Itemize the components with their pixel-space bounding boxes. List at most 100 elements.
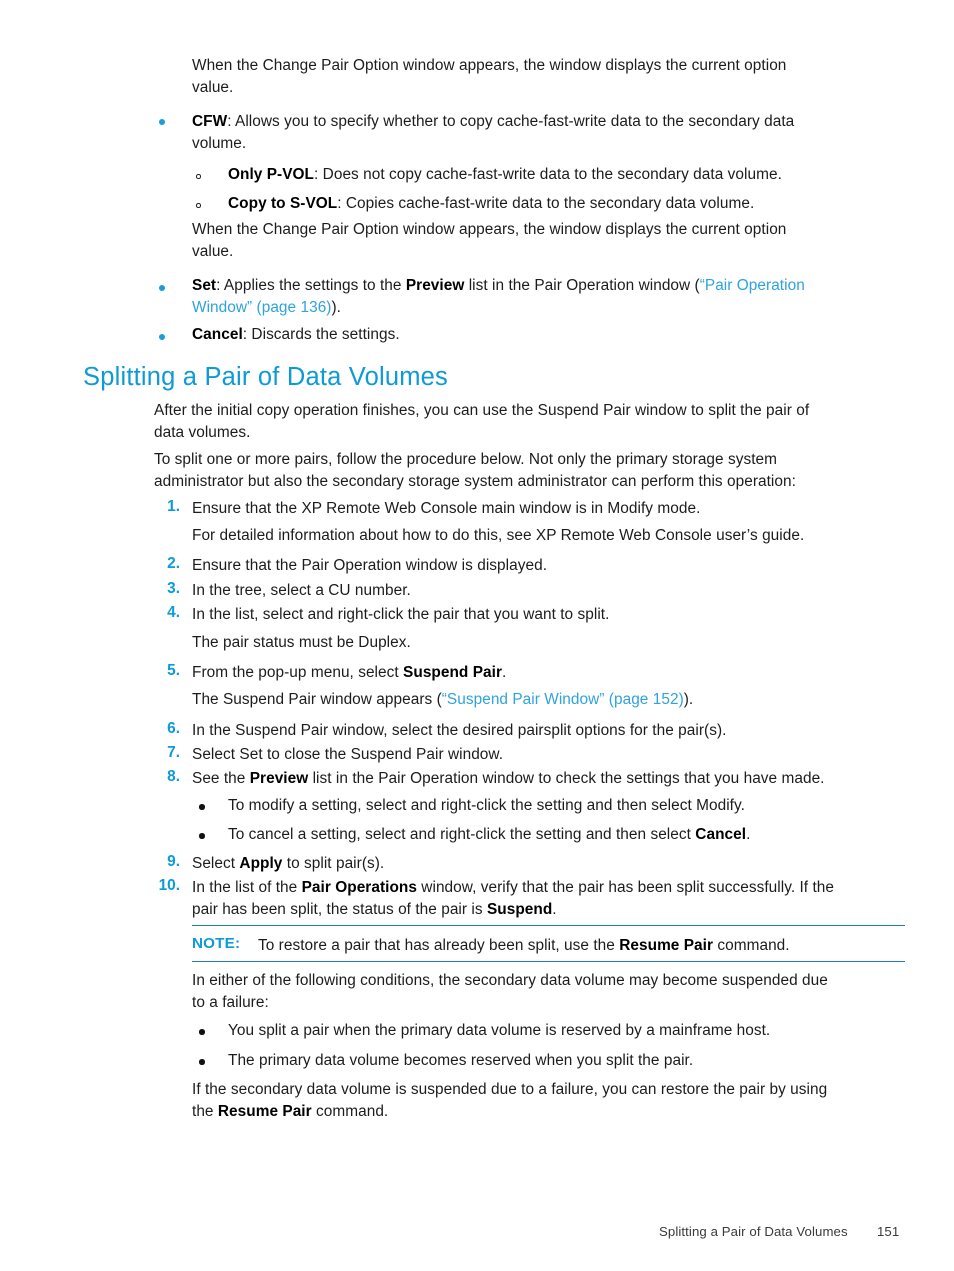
- intro2-line-1: When the Change Pair Option window appea…: [192, 221, 787, 238]
- step-subtext-5: The Suspend Pair window appears (“Suspen…: [192, 689, 912, 711]
- set-tail: ).: [331, 298, 341, 316]
- step-number-2: 2.: [167, 555, 180, 572]
- set-bold-preview: Preview: [405, 277, 465, 294]
- step-text-7: Select Set to close the Suspend Pair win…: [192, 746, 504, 763]
- step10-line2-bold: Suspend: [486, 900, 553, 918]
- closing-paragraph-1: In either of the following conditions, t…: [192, 970, 922, 1013]
- section-intro-p1-line1: After the initial copy operation finishe…: [154, 402, 810, 419]
- closing-p2-post: command.: [311, 1102, 389, 1120]
- step-subtext-4: The pair status must be Duplex.: [192, 634, 411, 651]
- step-number-5: 5.: [167, 662, 180, 679]
- bullet-icon-cfw: [159, 119, 165, 125]
- step-text-6: In the Suspend Pair window, select the d…: [192, 722, 727, 739]
- bullet-cancel-text: : Discards the settings.: [242, 326, 400, 343]
- step-text-5: From the pop-up menu, select Suspend Pai…: [192, 662, 912, 684]
- note-rule-top: [192, 925, 905, 927]
- bullet-item-cancel: Cancel: Discards the settings.: [192, 324, 892, 346]
- intro-paragraph-2: When the Change Pair Option window appea…: [192, 219, 892, 262]
- closing-p2-bold: Resume Pair: [217, 1102, 312, 1120]
- step-number-3: 3.: [167, 580, 180, 597]
- step-text-4: In the list, select and right-click the …: [192, 606, 610, 623]
- step-text-10: In the list of the Pair Operations windo…: [192, 877, 922, 920]
- step10-line2-post: .: [552, 900, 557, 918]
- step-number-6: 6.: [167, 720, 180, 737]
- note-label: NOTE:: [192, 935, 241, 952]
- link-pair-operation-window-line1[interactable]: “Pair Operation: [700, 277, 805, 294]
- bullet-item-cfw: CFW: Allows you to specify whether to co…: [192, 111, 892, 154]
- step-text-9: Select Apply to split pair(s).: [192, 853, 912, 875]
- note-rule-bottom: [192, 961, 905, 963]
- bullet-icon-step8-cancel: [199, 833, 205, 839]
- bullet-icon-closing-1: [199, 1029, 205, 1035]
- term-set: Set: [192, 277, 217, 294]
- step10-line1-post: window, verify that the pair has been sp…: [416, 879, 834, 896]
- step-number-8: 8.: [167, 768, 180, 785]
- step5-post: .: [502, 664, 507, 681]
- step-number-9: 9.: [167, 853, 180, 870]
- note-text-pre: To restore a pair that has already been …: [258, 937, 620, 954]
- bullet-icon-closing-2: [199, 1059, 205, 1065]
- step-number-1: 1.: [167, 498, 180, 515]
- note-text: To restore a pair that has already been …: [258, 935, 908, 957]
- step5-sub-pre: The Suspend Pair window appears (: [192, 691, 442, 708]
- step9-post: to split pair(s).: [282, 855, 385, 872]
- step-number-7: 7.: [167, 744, 180, 761]
- page-title: Splitting a Pair of Data Volumes: [83, 363, 449, 391]
- term-only-pvol: Only P-VOL: [228, 166, 315, 183]
- closing-p2-line1: If the secondary data volume is suspende…: [192, 1081, 828, 1098]
- section-intro-p2-line1: To split one or more pairs, follow the p…: [154, 451, 778, 468]
- closing-bullet-2: The primary data volume becomes reserved…: [228, 1052, 694, 1069]
- step-number-10: 10.: [158, 877, 180, 894]
- step10-line1-bold: Pair Operations: [301, 879, 417, 896]
- step8-post: list in the Pair Operation window to che…: [308, 770, 825, 787]
- step8-bullet-modify: To modify a setting, select and right-cl…: [228, 797, 745, 814]
- section-intro-paragraph-2: To split one or more pairs, follow the p…: [154, 449, 914, 492]
- intro-paragraph: When the Change Pair Option window appea…: [192, 55, 892, 98]
- intro2-line-2: value.: [192, 242, 234, 260]
- step-text-3: In the tree, select a CU number.: [192, 582, 411, 599]
- closing-bullet-1: You split a pair when the primary data v…: [228, 1022, 771, 1039]
- set-part-1: : Applies the settings to the: [216, 277, 406, 294]
- sub-bullet-only-pvol-text: : Does not copy cache-fast-write data to…: [314, 166, 782, 183]
- link-suspend-pair-window[interactable]: “Suspend Pair Window” (page 152): [442, 691, 684, 708]
- link-pair-operation-window-line2[interactable]: Window” (page 136): [192, 299, 331, 316]
- footer-page-number: 151: [877, 1224, 900, 1239]
- term-cfw: CFW: [192, 113, 228, 130]
- step9-pre: Select: [192, 855, 240, 872]
- term-cancel: Cancel: [192, 326, 243, 343]
- section-intro-paragraph-1: After the initial copy operation finishe…: [154, 400, 914, 443]
- sub-bullet-copy-svol-text: : Copies cache-fast-write data to the se…: [337, 195, 755, 212]
- step10-line1-pre: In the list of the: [192, 879, 302, 896]
- set-part-2: list in the Pair Operation window (: [464, 277, 700, 294]
- bullet-cfw-line-2: volume.: [192, 134, 247, 152]
- sub-bullet-icon-copy-svol: [196, 203, 201, 208]
- bullet-item-set: Set: Applies the settings to the Preview…: [192, 275, 898, 318]
- bullet-icon-step8-modify: [199, 804, 205, 810]
- step5-bold: Suspend Pair: [403, 664, 503, 681]
- step-text-2: Ensure that the Pair Operation window is…: [192, 557, 548, 574]
- intro-line-1: When the Change Pair Option window appea…: [192, 57, 787, 74]
- step8-bullet-cancel-pre: To cancel a setting, select and right-cl…: [228, 826, 696, 843]
- closing-p1-line2: to a failure:: [192, 993, 269, 1011]
- term-copy-svol: Copy to S-VOL: [228, 195, 338, 212]
- intro-line-2: value.: [192, 78, 234, 96]
- closing-paragraph-2: If the secondary data volume is suspende…: [192, 1079, 922, 1122]
- step-text-8: See the Preview list in the Pair Operati…: [192, 768, 922, 790]
- bullet-icon-set: [159, 285, 165, 291]
- closing-p1-line1: In either of the following conditions, t…: [192, 972, 828, 989]
- sub-bullet-item-copy-svol: Copy to S-VOL: Copies cache-fast-write d…: [228, 193, 908, 215]
- step8-bold: Preview: [249, 770, 309, 787]
- sub-bullet-icon-only-pvol: [196, 174, 201, 179]
- section-intro-p2-line2: administrator but also the secondary sto…: [154, 472, 796, 490]
- note-text-bold: Resume Pair: [619, 937, 714, 954]
- step9-bold: Apply: [239, 855, 283, 872]
- step5-sub-post: ).: [683, 691, 694, 708]
- step10-line2-pre: pair has been split, the status of the p…: [192, 900, 487, 918]
- step-text-1: Ensure that the XP Remote Web Console ma…: [192, 500, 701, 517]
- step-subtext-1: For detailed information about how to do…: [192, 527, 805, 544]
- step8-bullet-cancel-bold: Cancel: [695, 826, 747, 843]
- closing-p2-pre: the: [192, 1102, 218, 1120]
- bullet-icon-cancel: [159, 334, 165, 340]
- section-intro-p1-line2: data volumes.: [154, 423, 251, 441]
- note-text-post: command.: [713, 937, 790, 954]
